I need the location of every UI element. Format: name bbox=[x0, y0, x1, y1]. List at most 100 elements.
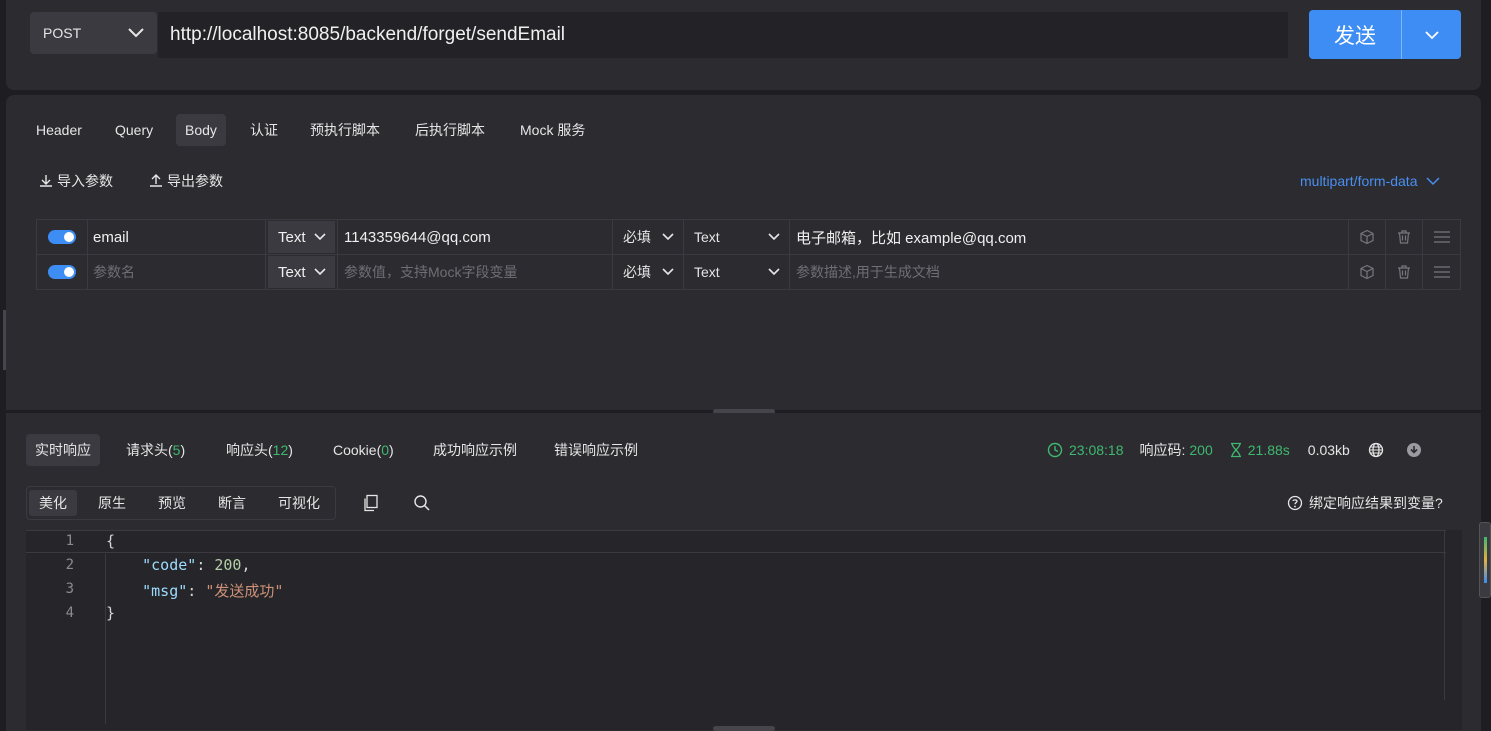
response-status: 23:08:18 响应码: 200 21.88s 0.03kb bbox=[1047, 440, 1422, 460]
param-value-placeholder: 参数值，支持Mock字段变量 bbox=[344, 264, 518, 280]
tab-response-headers[interactable]: 响应头(12) bbox=[217, 434, 302, 466]
param-desc-cell[interactable]: 参数描述,用于生成文档 bbox=[790, 255, 1349, 289]
code-line: "msg": "发送成功" bbox=[142, 582, 284, 600]
editor-scroll-track[interactable] bbox=[1444, 530, 1445, 700]
view-tab-raw[interactable]: 原生 bbox=[88, 490, 136, 516]
menu-icon bbox=[1433, 231, 1450, 243]
send-button[interactable]: 发送 bbox=[1309, 10, 1401, 59]
cube-icon bbox=[1360, 229, 1374, 245]
param-name-cell[interactable]: email bbox=[88, 220, 266, 254]
code-line: } bbox=[106, 604, 115, 622]
mock-button[interactable] bbox=[1349, 255, 1386, 289]
globe-icon[interactable] bbox=[1368, 442, 1384, 458]
param-type-label: Text bbox=[278, 228, 306, 246]
drag-handle[interactable] bbox=[1423, 255, 1460, 289]
current-line-highlight bbox=[26, 530, 1446, 553]
json-brace: { bbox=[106, 532, 116, 550]
delete-row-button[interactable] bbox=[1386, 220, 1423, 254]
url-input[interactable] bbox=[168, 23, 1272, 47]
tab-label: 响应头( bbox=[226, 442, 273, 458]
line-number: 1 bbox=[65, 533, 74, 549]
tab-cookie[interactable]: Cookie(0) bbox=[324, 434, 403, 466]
status-code-label: 响应码: bbox=[1139, 442, 1186, 458]
enable-toggle[interactable] bbox=[48, 265, 76, 279]
send-button-group[interactable]: 发送 bbox=[1309, 10, 1461, 59]
tab-request-headers[interactable]: 请求头(5) bbox=[117, 434, 194, 466]
tab-label: Cookie( bbox=[333, 442, 382, 458]
tab-error-example[interactable]: 错误响应示例 bbox=[545, 434, 647, 466]
menu-icon bbox=[1433, 266, 1450, 278]
view-tab-preview[interactable]: 预览 bbox=[148, 490, 196, 516]
param-name-placeholder: 参数名 bbox=[93, 264, 135, 280]
view-tab-visualize[interactable]: 可视化 bbox=[268, 490, 330, 516]
method-label: POST bbox=[43, 25, 82, 41]
view-mode-tabs: 美化 原生 预览 断言 可视化 bbox=[26, 486, 336, 520]
response-size: 0.03kb bbox=[1307, 442, 1350, 458]
tab-pre-script[interactable]: 预执行脚本 bbox=[301, 114, 389, 146]
field-type-select[interactable]: Text bbox=[684, 255, 789, 289]
tab-label: 请求头( bbox=[126, 442, 173, 458]
content-type-label: multipart/form-data bbox=[1300, 173, 1418, 189]
required-select[interactable]: 必填 bbox=[613, 220, 683, 254]
drag-handle[interactable] bbox=[1423, 220, 1460, 254]
method-select[interactable]: POST bbox=[30, 12, 157, 54]
param-value-cell[interactable]: 参数值，支持Mock字段变量 bbox=[338, 255, 613, 289]
clock-icon bbox=[1047, 442, 1063, 458]
tab-post-script[interactable]: 后执行脚本 bbox=[406, 114, 494, 146]
param-name-cell[interactable]: 参数名 bbox=[88, 255, 266, 289]
enable-toggle[interactable] bbox=[48, 230, 76, 244]
row-toggle-cell bbox=[37, 255, 88, 289]
upload-icon bbox=[150, 174, 162, 187]
bind-response-variable[interactable]: 绑定响应结果到变量? bbox=[1287, 494, 1443, 512]
send-dropdown-button[interactable] bbox=[1402, 10, 1461, 59]
tab-success-example[interactable]: 成功响应示例 bbox=[424, 434, 526, 466]
bind-response-label: 绑定响应结果到变量? bbox=[1309, 495, 1443, 511]
url-field[interactable] bbox=[158, 12, 1288, 58]
chevron-down-icon bbox=[662, 268, 674, 276]
chevron-down-icon bbox=[128, 28, 144, 38]
param-type-cell: Text bbox=[266, 220, 338, 254]
status-code: 200 bbox=[1189, 442, 1213, 458]
delete-row-button[interactable] bbox=[1386, 255, 1423, 289]
chevron-down-icon bbox=[1426, 177, 1441, 186]
field-type-select[interactable]: Text bbox=[684, 220, 789, 254]
tab-body[interactable]: Body bbox=[176, 114, 226, 146]
chevron-down-icon bbox=[662, 233, 674, 241]
json-key: "code" bbox=[142, 556, 197, 574]
download-circle-icon[interactable] bbox=[1406, 442, 1422, 458]
copy-icon[interactable] bbox=[363, 494, 379, 512]
field-type-label: Text bbox=[694, 229, 720, 245]
tab-auth[interactable]: 认证 bbox=[241, 114, 287, 146]
json-value: "发送成功" bbox=[205, 582, 284, 600]
tab-live-response[interactable]: 实时响应 bbox=[26, 434, 100, 466]
chevron-down-icon bbox=[768, 268, 780, 276]
trash-icon bbox=[1398, 230, 1410, 244]
param-type-select[interactable]: Text bbox=[268, 221, 335, 253]
line-number: 4 bbox=[65, 605, 74, 621]
json-key: "msg" bbox=[142, 582, 188, 600]
param-desc-cell[interactable]: 电子邮箱，比如 example@qq.com bbox=[790, 220, 1349, 254]
param-desc: 电子邮箱，比如 example@qq.com bbox=[796, 229, 1027, 247]
import-params-button[interactable]: 导入参数 bbox=[38, 172, 113, 190]
panel-resize-handle[interactable] bbox=[713, 726, 775, 731]
view-tab-pretty[interactable]: 美化 bbox=[29, 490, 77, 516]
required-select[interactable]: 必填 bbox=[613, 255, 683, 289]
tab-mock[interactable]: Mock 服务 bbox=[511, 114, 594, 146]
json-value: 200 bbox=[214, 556, 242, 574]
content-type-select[interactable]: multipart/form-data bbox=[1300, 173, 1441, 189]
minimap-scrollbar[interactable] bbox=[1479, 522, 1491, 598]
param-type-label: Text bbox=[278, 263, 306, 281]
table-row: email Text 1143359644@qq.com 必填 Text 电子邮… bbox=[36, 219, 1461, 255]
export-params-button[interactable]: 导出参数 bbox=[148, 172, 223, 190]
param-type-select[interactable]: Text bbox=[268, 256, 335, 288]
tab-query[interactable]: Query bbox=[106, 114, 162, 146]
search-icon[interactable] bbox=[413, 494, 431, 512]
param-value-cell[interactable]: 1143359644@qq.com bbox=[338, 220, 613, 254]
tab-label-close: ) bbox=[180, 442, 186, 458]
tab-header[interactable]: Header bbox=[27, 114, 91, 146]
chevron-down-icon bbox=[768, 233, 780, 241]
table-row: 参数名 Text 参数值，支持Mock字段变量 必填 Text 参数描述,用于生… bbox=[36, 254, 1461, 290]
view-tab-assert[interactable]: 断言 bbox=[208, 490, 256, 516]
mock-button[interactable] bbox=[1349, 220, 1386, 254]
left-resize-handle[interactable] bbox=[3, 310, 6, 370]
